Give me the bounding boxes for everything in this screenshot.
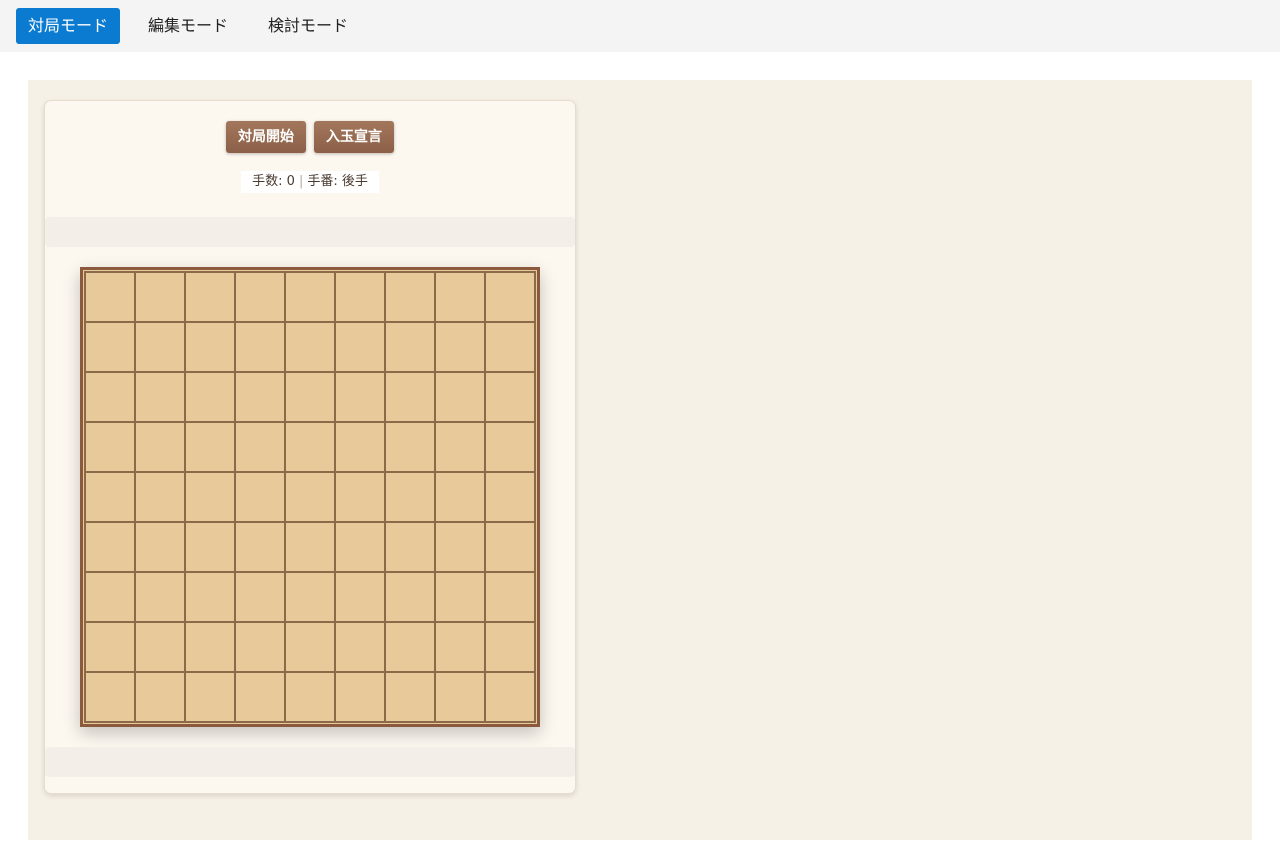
board-square[interactable] bbox=[285, 672, 335, 722]
board-square[interactable] bbox=[135, 272, 185, 322]
board-square[interactable] bbox=[335, 472, 385, 522]
board-square[interactable] bbox=[235, 322, 285, 372]
board-square[interactable] bbox=[435, 472, 485, 522]
board-square[interactable] bbox=[335, 622, 385, 672]
board-square[interactable] bbox=[485, 522, 535, 572]
board-square[interactable] bbox=[485, 322, 535, 372]
board-square[interactable] bbox=[385, 672, 435, 722]
board-square[interactable] bbox=[235, 422, 285, 472]
status-separator: | bbox=[298, 174, 304, 189]
board-square[interactable] bbox=[135, 472, 185, 522]
board-square[interactable] bbox=[385, 322, 435, 372]
mode-tab-bar: 対局モード 編集モード 検討モード bbox=[0, 0, 1280, 52]
opponent-hand[interactable] bbox=[45, 217, 575, 247]
board-grid bbox=[84, 271, 536, 723]
board-square[interactable] bbox=[235, 372, 285, 422]
board-square[interactable] bbox=[435, 672, 485, 722]
board-square[interactable] bbox=[435, 522, 485, 572]
tab-analysis-mode[interactable]: 検討モード bbox=[256, 8, 360, 44]
board-square[interactable] bbox=[435, 572, 485, 622]
player-hand[interactable] bbox=[45, 747, 575, 777]
board-square[interactable] bbox=[285, 522, 335, 572]
board-square[interactable] bbox=[135, 422, 185, 472]
start-game-button[interactable]: 対局開始 bbox=[226, 121, 306, 153]
board-square[interactable] bbox=[185, 422, 235, 472]
board-square[interactable] bbox=[235, 272, 285, 322]
board-square[interactable] bbox=[85, 522, 135, 572]
move-count: 手数: 0 bbox=[252, 174, 295, 189]
board-square[interactable] bbox=[185, 672, 235, 722]
board-square[interactable] bbox=[385, 622, 435, 672]
board-square[interactable] bbox=[85, 372, 135, 422]
declare-button[interactable]: 入玉宣言 bbox=[314, 121, 394, 153]
board-square[interactable] bbox=[85, 572, 135, 622]
board-square[interactable] bbox=[335, 522, 385, 572]
tab-edit-mode[interactable]: 編集モード bbox=[136, 8, 240, 44]
board-square[interactable] bbox=[335, 372, 385, 422]
board-square[interactable] bbox=[285, 322, 335, 372]
board-square[interactable] bbox=[185, 272, 235, 322]
board-square[interactable] bbox=[85, 622, 135, 672]
board-square[interactable] bbox=[285, 622, 335, 672]
turn-indicator: 手番: 後手 bbox=[307, 174, 368, 189]
board-square[interactable] bbox=[485, 672, 535, 722]
board-square[interactable] bbox=[285, 272, 335, 322]
board-square[interactable] bbox=[335, 422, 385, 472]
board-square[interactable] bbox=[485, 272, 535, 322]
game-status: 手数: 0 | 手番: 後手 bbox=[241, 171, 379, 193]
board-square[interactable] bbox=[485, 622, 535, 672]
board-square[interactable] bbox=[85, 422, 135, 472]
board-square[interactable] bbox=[435, 322, 485, 372]
board-square[interactable] bbox=[235, 522, 285, 572]
board-square[interactable] bbox=[385, 422, 435, 472]
board-square[interactable] bbox=[385, 522, 435, 572]
board-square[interactable] bbox=[485, 572, 535, 622]
board-square[interactable] bbox=[485, 472, 535, 522]
board-square[interactable] bbox=[185, 522, 235, 572]
board-square[interactable] bbox=[135, 672, 185, 722]
board-square[interactable] bbox=[435, 622, 485, 672]
board-square[interactable] bbox=[185, 572, 235, 622]
board-square[interactable] bbox=[285, 422, 335, 472]
board-square[interactable] bbox=[185, 622, 235, 672]
board-square[interactable] bbox=[135, 622, 185, 672]
shogi-board bbox=[80, 267, 540, 727]
board-square[interactable] bbox=[85, 672, 135, 722]
board-square[interactable] bbox=[485, 422, 535, 472]
game-panel: 対局開始 入玉宣言 手数: 0 | 手番: 後手 bbox=[44, 100, 576, 794]
board-square[interactable] bbox=[185, 472, 235, 522]
board-square[interactable] bbox=[385, 472, 435, 522]
tab-play-mode[interactable]: 対局モード bbox=[16, 8, 120, 44]
board-square[interactable] bbox=[85, 272, 135, 322]
board-square[interactable] bbox=[235, 672, 285, 722]
board-square[interactable] bbox=[385, 272, 435, 322]
board-square[interactable] bbox=[435, 272, 485, 322]
board-square[interactable] bbox=[435, 372, 485, 422]
board-square[interactable] bbox=[135, 572, 185, 622]
board-square[interactable] bbox=[235, 622, 285, 672]
board-square[interactable] bbox=[285, 572, 335, 622]
board-square[interactable] bbox=[85, 322, 135, 372]
board-square[interactable] bbox=[85, 472, 135, 522]
board-square[interactable] bbox=[135, 522, 185, 572]
board-square[interactable] bbox=[285, 372, 335, 422]
workspace: 対局開始 入玉宣言 手数: 0 | 手番: 後手 bbox=[28, 80, 1252, 840]
board-square[interactable] bbox=[185, 372, 235, 422]
board-square[interactable] bbox=[385, 372, 435, 422]
board-square[interactable] bbox=[235, 472, 285, 522]
board-square[interactable] bbox=[235, 572, 285, 622]
board-square[interactable] bbox=[285, 472, 335, 522]
board-square[interactable] bbox=[335, 572, 385, 622]
board-square[interactable] bbox=[435, 422, 485, 472]
board-square[interactable] bbox=[335, 672, 385, 722]
board-square[interactable] bbox=[135, 322, 185, 372]
board-square[interactable] bbox=[335, 322, 385, 372]
board-square[interactable] bbox=[135, 372, 185, 422]
board-square[interactable] bbox=[385, 572, 435, 622]
board-square[interactable] bbox=[185, 322, 235, 372]
board-square[interactable] bbox=[335, 272, 385, 322]
board-square[interactable] bbox=[485, 372, 535, 422]
